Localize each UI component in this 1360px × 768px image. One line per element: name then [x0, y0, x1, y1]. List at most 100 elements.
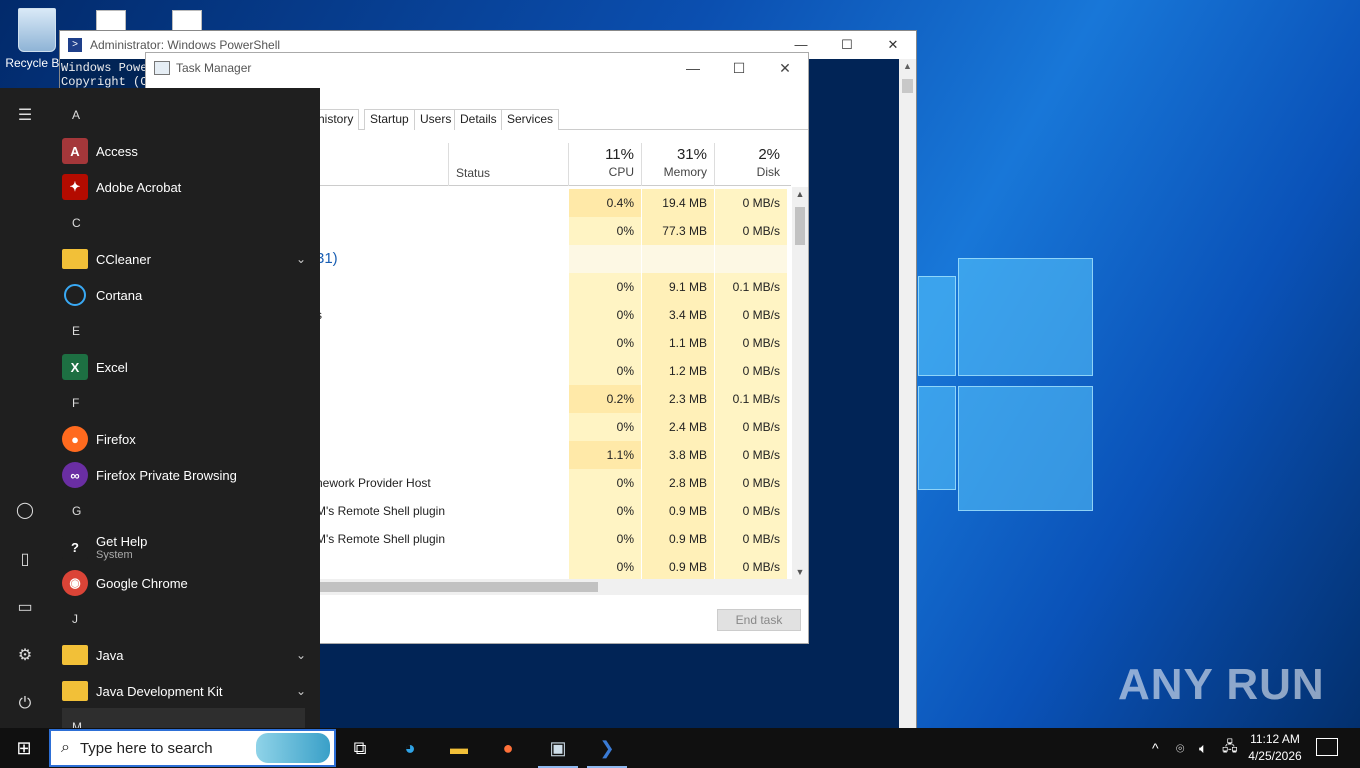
process-disk-cell: 0 MB/s: [714, 301, 787, 329]
minimize-button[interactable]: —: [778, 37, 824, 53]
process-disk-cell: 0 MB/s: [714, 329, 787, 357]
app-item-java[interactable]: Java ⌄: [62, 638, 306, 672]
tab-startup[interactable]: Startup: [364, 109, 415, 130]
app-item-get-help[interactable]: ? Get Help System: [62, 530, 306, 564]
app-name: Java: [96, 647, 124, 663]
app-label: CCleaner: [96, 252, 151, 267]
chevron-down-icon[interactable]: ⌄: [296, 684, 306, 698]
memory-percent: 31%: [676, 146, 707, 163]
scrollbar-thumb[interactable]: [316, 582, 598, 592]
task-manager-title: Task Manager: [176, 61, 252, 75]
process-disk-cell: 0 MB/s: [714, 469, 787, 497]
maximize-button[interactable]: ☐: [824, 37, 870, 53]
clock-time: 11:12 AM: [1250, 732, 1300, 746]
tab-services[interactable]: Services: [501, 109, 560, 130]
cpu-column-header[interactable]: 11% CPU: [568, 143, 641, 186]
task-manager-taskbar-icon[interactable]: ▣: [538, 732, 578, 768]
close-button[interactable]: ✕: [762, 60, 808, 77]
hamburger-menu-icon[interactable]: ☰: [13, 104, 37, 128]
edge-icon[interactable]: ◕: [390, 732, 430, 764]
process-name: M's Remote Shell plugin: [316, 532, 446, 546]
start-menu: ☰ ◯ ▯ ▭ ⚙ ⏻ A A Access ✦ Adobe Acrobat C CClea…: [0, 88, 320, 728]
process-list-vertical-scrollbar[interactable]: ▲ ▼: [792, 187, 808, 579]
cpu-label: CPU: [608, 165, 634, 179]
windows-logo-wallpaper: [918, 258, 1093, 513]
task-manager-titlebar[interactable]: Task Manager — ☐ ✕: [146, 53, 808, 83]
show-hidden-icons-chevron-icon[interactable]: ^: [1152, 728, 1159, 768]
scroll-down-icon[interactable]: ▼: [792, 567, 808, 577]
scrollbar-thumb[interactable]: [902, 79, 913, 93]
pictures-icon[interactable]: ▭: [13, 596, 37, 620]
app-item-java-development-kit[interactable]: Java Development Kit ⌄: [62, 674, 306, 708]
firefox-taskbar-icon[interactable]: ●: [488, 732, 528, 764]
scroll-up-icon[interactable]: ▲: [792, 189, 808, 199]
maximize-button[interactable]: ☐: [716, 60, 762, 77]
task-view-icon[interactable]: ⧉: [340, 732, 380, 764]
tab-users[interactable]: Users: [414, 109, 458, 130]
process-mem-cell: 77.3 MB: [641, 217, 714, 245]
minimize-button[interactable]: —: [670, 60, 716, 77]
taskbar-clock[interactable]: 11:12 AM 4/25/2026: [1244, 731, 1306, 765]
close-button[interactable]: ✕: [870, 37, 916, 53]
power-icon[interactable]: ⏻: [13, 692, 37, 716]
app-item-firefox[interactable]: ● Firefox: [62, 422, 306, 456]
file-explorer-icon[interactable]: ▬: [439, 732, 479, 764]
start-button[interactable]: ⊞: [0, 728, 48, 768]
powershell-taskbar-icon[interactable]: ❯: [587, 732, 627, 768]
process-disk-cell: 0 MB/s: [714, 525, 787, 553]
start-app-list[interactable]: A A Access ✦ Adobe Acrobat C CCleaner ⌄ Cortana E…: [50, 88, 320, 728]
app-item-excel[interactable]: X Excel: [62, 350, 306, 384]
process-mem-cell: 2.3 MB: [641, 385, 714, 413]
section-letter[interactable]: C: [72, 216, 81, 230]
access-icon: A: [62, 138, 88, 164]
tab-details[interactable]: Details: [454, 109, 503, 130]
disk-label: Disk: [756, 165, 780, 179]
chevron-down-icon[interactable]: ⌄: [296, 252, 306, 266]
process-mem-cell: 0.9 MB: [641, 525, 714, 553]
section-letter[interactable]: E: [72, 324, 80, 338]
app-name: Cortana: [96, 287, 143, 303]
app-item-google-chrome[interactable]: ◉ Google Chrome: [62, 566, 306, 600]
disk-column-header[interactable]: 2% Disk: [714, 143, 787, 186]
status-column-header[interactable]: Status: [448, 143, 490, 186]
chevron-down-icon[interactable]: ⌄: [296, 648, 306, 662]
scroll-up-icon[interactable]: ▲: [899, 61, 916, 71]
process-disk-cell: 0 MB/s: [714, 441, 787, 469]
action-center-icon[interactable]: [1316, 738, 1338, 756]
section-letter[interactable]: A: [72, 108, 80, 122]
network-icon[interactable]: 🖧︎: [1222, 728, 1238, 768]
volume-icon[interactable]: 🔈︎: [1199, 728, 1207, 768]
section-letter[interactable]: J: [72, 612, 78, 626]
memory-column-header[interactable]: 31% Memory: [641, 143, 714, 186]
app-item-adobe-acrobat[interactable]: ✦ Adobe Acrobat: [62, 170, 306, 204]
app-item-ccleaner[interactable]: CCleaner ⌄: [62, 242, 306, 276]
process-mem-cell: 2.4 MB: [641, 413, 714, 441]
meet-now-icon[interactable]: ⌾: [1176, 728, 1184, 768]
end-task-button[interactable]: End task: [717, 609, 801, 631]
process-cpu-cell: 0.2%: [568, 385, 641, 413]
scrollbar-thumb[interactable]: [795, 207, 805, 245]
app-name: Access: [96, 143, 138, 159]
settings-gear-icon[interactable]: ⚙: [13, 644, 37, 668]
documents-icon[interactable]: ▯: [13, 548, 37, 572]
user-account-icon[interactable]: ◯: [13, 499, 37, 523]
section-letter[interactable]: G: [72, 504, 81, 518]
section-letter[interactable]: F: [72, 396, 79, 410]
process-cpu-cell: 0%: [568, 413, 641, 441]
app-item-cortana[interactable]: Cortana: [62, 278, 306, 312]
m-section-highlight: [62, 708, 305, 728]
search-placeholder: Type here to search: [79, 739, 213, 757]
process-name: M's Remote Shell plugin: [316, 504, 446, 518]
cortana-icon: [64, 284, 86, 306]
process-cpu-cell: 0%: [568, 329, 641, 357]
process-cpu-cell: 0%: [568, 273, 641, 301]
search-box[interactable]: ⌕ Type here to search: [49, 729, 336, 767]
powershell-scrollbar[interactable]: ▲ ▼: [899, 59, 916, 747]
app-name: Firefox: [96, 431, 136, 447]
app-item-access[interactable]: A Access: [62, 134, 306, 168]
section-letter[interactable]: M: [72, 720, 82, 728]
app-name: Adobe Acrobat: [96, 179, 182, 195]
process-mem-cell: 1.1 MB: [641, 329, 714, 357]
app-item-firefox-private-browsing[interactable]: ∞ Firefox Private Browsing: [62, 458, 306, 492]
acrobat-icon: ✦: [62, 174, 88, 200]
